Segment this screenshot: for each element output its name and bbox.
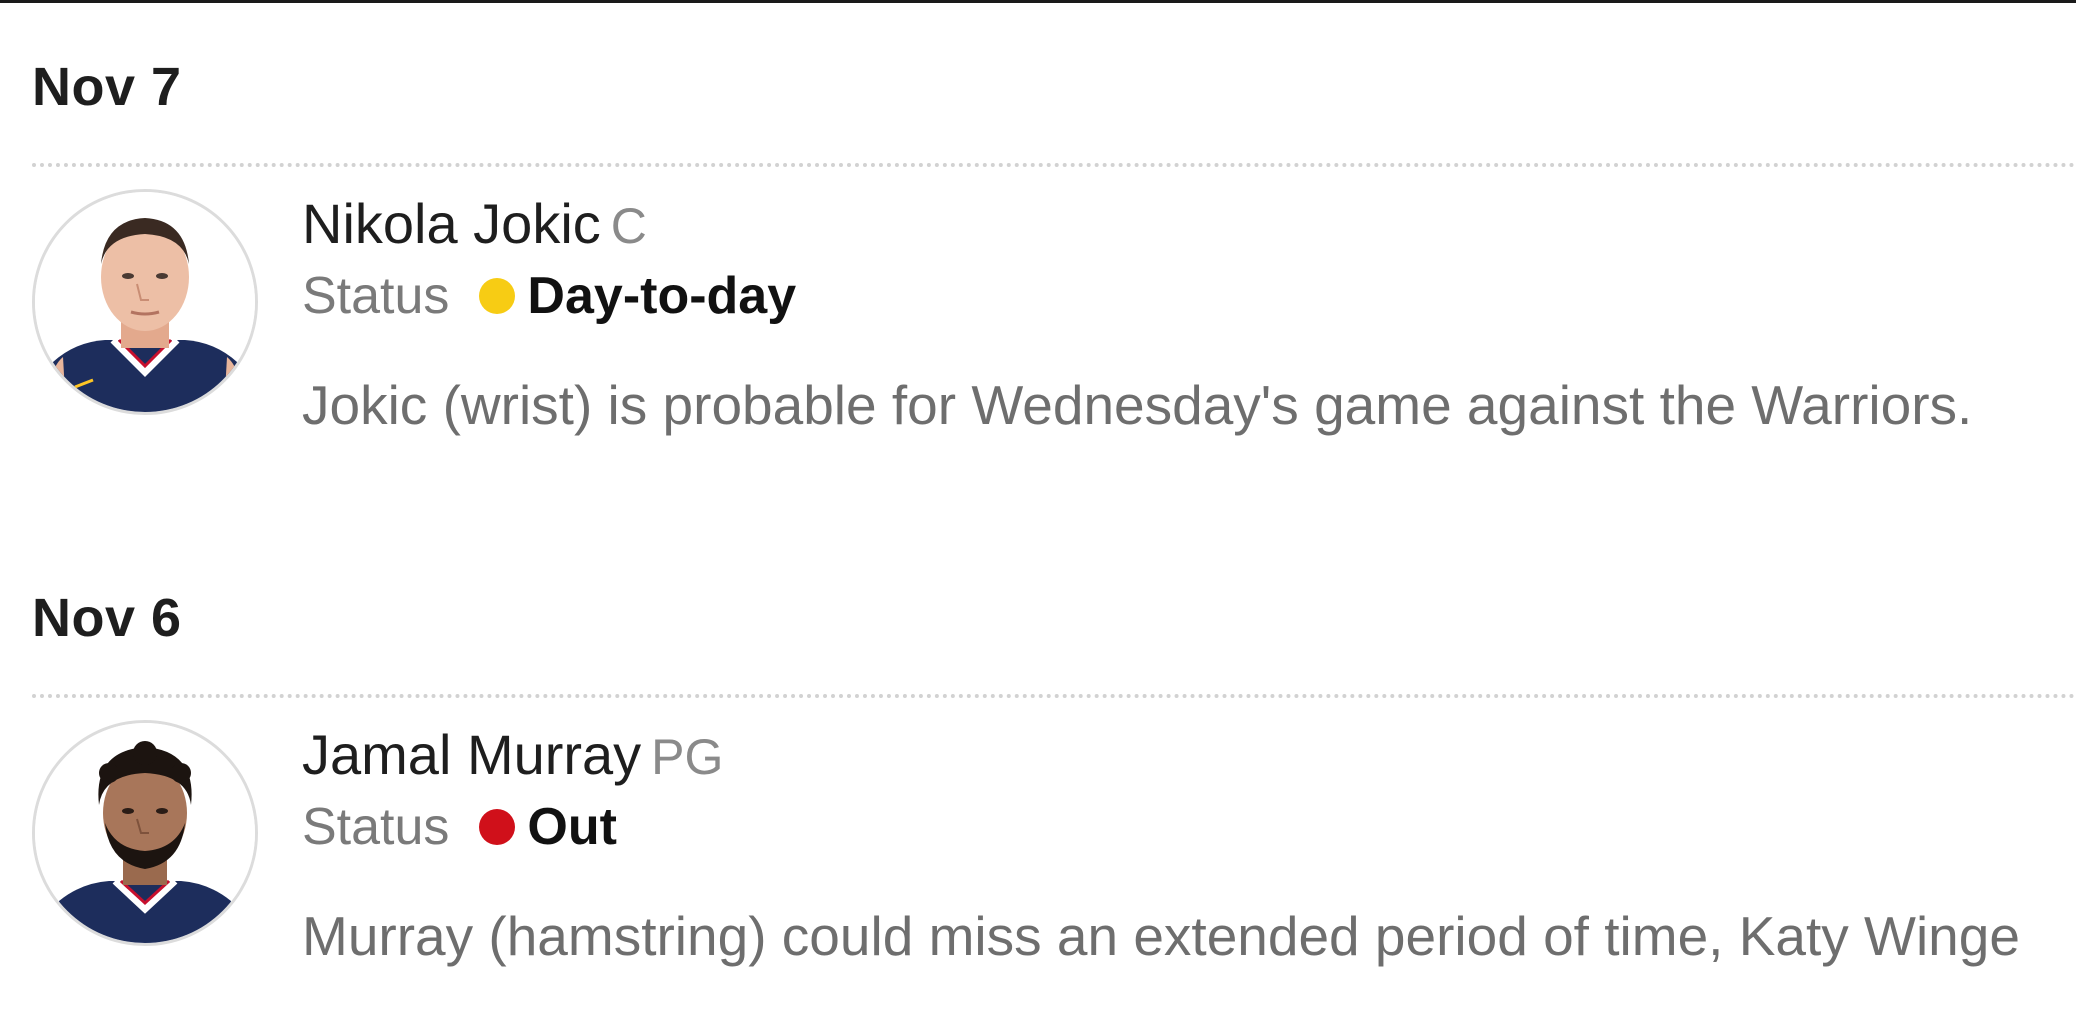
player-avatar[interactable] [32, 720, 258, 946]
player-card[interactable]: Jamal Murray PG Status Out Murray (hamstr… [0, 698, 2076, 1010]
injury-news-text: Jokic (wrist) is probable for Wednesday'… [302, 374, 1973, 436]
status-label: Status [302, 798, 450, 856]
status-label: Status [302, 267, 450, 325]
top-border [0, 0, 2076, 3]
status-value: Day-to-day [527, 267, 797, 325]
status-indicator-dot-icon [479, 278, 516, 314]
player-position: PG [651, 729, 724, 785]
player-name-line: Nikola Jokic C [302, 191, 647, 272]
player-card[interactable]: Nikola Jokic C Status Day-to-day Jokic (w… [0, 167, 2076, 497]
status-indicator-dot-icon [479, 809, 516, 845]
player-position: C [610, 198, 647, 254]
injury-news-feed: Nov 7 Nikola Jokic C Status Day-to-day J… [0, 0, 2076, 1010]
player-name-line: Jamal Murray PG [302, 722, 723, 803]
player-headshot-icon [35, 192, 255, 412]
player-name[interactable]: Nikola Jokic [302, 192, 601, 255]
player-name[interactable]: Jamal Murray [302, 723, 641, 786]
player-headshot-icon [35, 723, 255, 943]
player-avatar[interactable] [32, 189, 258, 415]
status-row: Status Day-to-day [302, 263, 796, 329]
date-heading: Nov 7 [32, 57, 182, 117]
status-row: Status Out [302, 794, 617, 860]
injury-news-text: Murray (hamstring) could miss an extende… [302, 905, 2020, 967]
status-value: Out [527, 798, 617, 856]
date-heading: Nov 6 [32, 588, 182, 648]
